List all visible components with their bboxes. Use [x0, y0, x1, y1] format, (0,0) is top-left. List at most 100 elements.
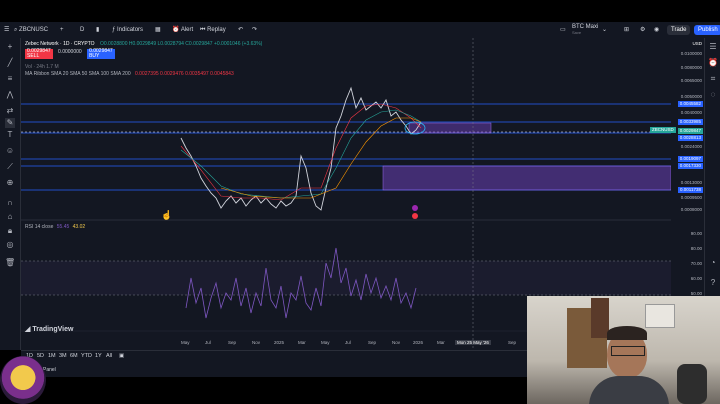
- layout-subtitle: Save: [572, 30, 582, 35]
- redo-icon[interactable]: ↷: [252, 25, 257, 35]
- lock-drawings-icon[interactable]: ⌂: [5, 212, 15, 222]
- layout-icon[interactable]: ▭: [560, 25, 566, 35]
- bar-style-icon[interactable]: ▮: [96, 25, 99, 35]
- spread-value: 0.0000000: [58, 49, 82, 55]
- settings-icon[interactable]: ⚙: [640, 25, 645, 35]
- indicators-label: Indicators: [117, 27, 144, 33]
- level-tag: 0.0028813: [677, 135, 703, 141]
- help-icon[interactable]: ?: [708, 278, 718, 288]
- sell-button[interactable]: 0.0029847 SELL: [25, 49, 53, 59]
- notifications-icon[interactable]: ◔: [708, 258, 718, 268]
- timeframe-1y[interactable]: 1Y: [95, 353, 102, 359]
- alerts-icon[interactable]: ⏰: [708, 58, 718, 68]
- snapshot-icon[interactable]: ◉: [654, 25, 659, 35]
- chair: [677, 364, 707, 404]
- lock-icon[interactable]: 🔒︎: [5, 226, 15, 236]
- rsi-value: 55.45: [56, 224, 70, 230]
- level-tag: 0.0033985: [677, 119, 703, 125]
- rsi-scale-label: 70.00: [690, 261, 702, 266]
- buy-button[interactable]: 0.0029847 BUY: [87, 49, 115, 59]
- price-label: 0.0009500: [680, 195, 702, 200]
- rsi-scale-label: 60.00: [690, 276, 702, 281]
- templates-icon[interactable]: ▦: [155, 25, 161, 35]
- fib-icon[interactable]: ≡: [5, 74, 15, 84]
- layout-name[interactable]: BTC Maxi Save: [572, 24, 598, 35]
- price-label: 0.0024000: [680, 144, 702, 149]
- ideas-icon[interactable]: ◌: [708, 90, 718, 100]
- grid-icon[interactable]: ⊞: [624, 25, 629, 35]
- symbol-search[interactable]: ⌕ ZBCNUSC: [14, 25, 48, 35]
- price-label: 0.0065000: [680, 78, 702, 83]
- price-label: 0.0013000: [680, 180, 702, 185]
- top-toolbar: ☰ ⌕ ZBCNUSC + D ▮ ƒ Indicators ▦ ⏰ Alert…: [0, 22, 720, 39]
- time-label: Nov: [392, 340, 401, 345]
- timeframe-ytd[interactable]: YTD: [81, 353, 92, 359]
- time-label: 2026: [413, 340, 424, 345]
- layout-dropdown-icon[interactable]: ⌄: [602, 25, 607, 35]
- level-tag: 0.0019097: [677, 156, 703, 162]
- time-label: May: [321, 340, 330, 345]
- volume-legend: Vol · 24h 1.7 M: [25, 64, 59, 70]
- zoom-icon[interactable]: ⊕: [5, 178, 15, 188]
- time-label: Sep: [368, 340, 377, 345]
- person-hair: [607, 326, 647, 340]
- menu-icon[interactable]: ☰: [4, 25, 9, 35]
- data-window-icon[interactable]: ⌗: [708, 74, 718, 84]
- level-tag: 0.0017330: [677, 163, 703, 169]
- date-range-icon[interactable]: ▣: [119, 353, 124, 359]
- ma-ribbon-values: 0.0027395 0.0029476 0.0035497 0.0045843: [135, 71, 234, 77]
- rsi-scale-label: 80.00: [690, 246, 702, 251]
- eye-icon[interactable]: ◎: [5, 240, 15, 250]
- time-label: 2025: [274, 340, 285, 345]
- text-icon[interactable]: T: [5, 130, 15, 140]
- ruler-icon[interactable]: ⟋: [5, 162, 15, 172]
- undo-icon[interactable]: ↶: [238, 25, 243, 35]
- cursor-hand-icon: ☝: [161, 210, 173, 220]
- time-label: Jul: [205, 340, 211, 345]
- price-label: 0.0040000: [680, 110, 702, 115]
- rsi-ma-value: 43.02: [72, 224, 86, 230]
- time-label: May: [181, 340, 190, 345]
- time-label: Mar: [298, 340, 306, 345]
- replay-button[interactable]: ⏮ Replay: [200, 25, 226, 35]
- pattern-icon[interactable]: ⋀: [5, 90, 15, 100]
- event-marker: [412, 205, 418, 211]
- ohlc-values: O0.0028800 H0.0029849 L0.0028794 C0.0029…: [99, 41, 263, 47]
- timeframe-1m[interactable]: 1M: [48, 353, 56, 359]
- wall-frame: [645, 304, 675, 328]
- crosshair-time-label: Mon 25 May '26: [455, 340, 491, 345]
- currency-label[interactable]: USD: [692, 41, 702, 46]
- magnet-icon[interactable]: ∩: [5, 198, 15, 208]
- icons-icon[interactable]: ☺: [5, 146, 15, 156]
- trade-button[interactable]: Trade: [667, 25, 691, 35]
- timeframe-5d[interactable]: 5D: [37, 353, 44, 359]
- rsi-band: [21, 261, 671, 295]
- timeframe-3m[interactable]: 3M: [59, 353, 67, 359]
- trash-icon[interactable]: 🗑︎: [5, 258, 15, 268]
- level-tag: 0.0011738: [678, 187, 703, 193]
- channel-logo: [0, 356, 46, 404]
- price-series: [180, 86, 422, 211]
- buy-label: BUY: [89, 53, 100, 59]
- support-zone: [382, 165, 671, 191]
- crosshair-icon[interactable]: +: [5, 42, 15, 52]
- alert-button[interactable]: ⏰ Alert: [172, 25, 193, 35]
- indicators-button[interactable]: ƒ Indicators: [112, 25, 143, 35]
- price-label: 0.0050000: [680, 94, 702, 99]
- trendline-icon[interactable]: ╱: [5, 58, 15, 68]
- brush-icon[interactable]: ✎: [5, 118, 15, 128]
- event-marker: [412, 213, 418, 219]
- publish-button[interactable]: Publish: [694, 25, 720, 35]
- prediction-icon[interactable]: ⇄: [5, 106, 15, 116]
- watchlist-icon[interactable]: ☰: [708, 42, 718, 52]
- price-label: 0.0080000: [680, 65, 702, 70]
- trade-buttons: 0.0029847 SELL 0.0000000 0.0029847 BUY: [25, 49, 115, 59]
- time-label: Sep: [228, 340, 237, 345]
- add-symbol-icon[interactable]: +: [60, 25, 64, 35]
- timeframe-6m[interactable]: 6M: [70, 353, 78, 359]
- interval-selector[interactable]: D: [80, 25, 84, 35]
- rsi-scale-label: 90.00: [690, 231, 702, 236]
- timeframe-all[interactable]: All: [106, 353, 112, 359]
- alert-label: Alert: [180, 27, 194, 33]
- replay-label: Replay: [207, 27, 226, 33]
